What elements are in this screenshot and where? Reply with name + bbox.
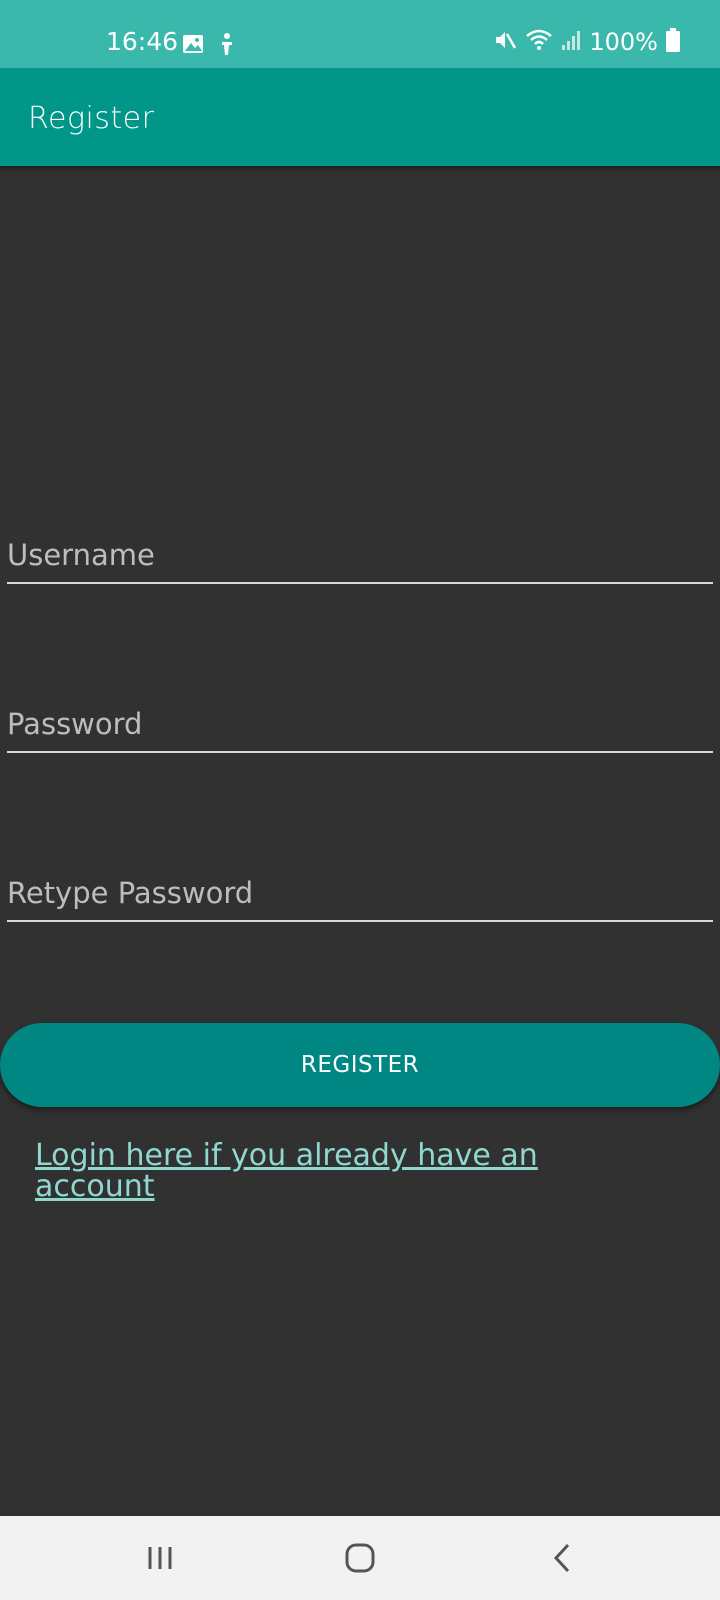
accessibility-icon (216, 32, 238, 60)
status-left-icons (182, 32, 238, 60)
page-title: Register (28, 101, 155, 136)
retype-password-field-container (7, 868, 713, 922)
signal-icon (561, 29, 581, 55)
back-icon[interactable] (532, 1534, 592, 1582)
gallery-icon (182, 33, 204, 59)
home-icon[interactable] (330, 1534, 390, 1582)
recents-icon[interactable] (130, 1534, 190, 1582)
username-input[interactable] (7, 530, 713, 580)
login-link[interactable]: Login here if you already have an accoun… (35, 1140, 635, 1202)
battery-percent: 100% (589, 28, 658, 56)
password-input[interactable] (7, 699, 713, 749)
status-right: 100% (493, 26, 680, 58)
register-button[interactable]: REGISTER (0, 1023, 720, 1107)
app-bar: Register (0, 68, 720, 166)
mute-icon (493, 28, 517, 56)
status-bar: 16:46 100% (0, 0, 720, 68)
system-nav-bar (0, 1516, 720, 1600)
retype-password-input[interactable] (7, 868, 713, 918)
status-time: 16:46 (106, 27, 179, 56)
wifi-icon (525, 28, 553, 56)
battery-icon (666, 28, 680, 56)
password-field-container (7, 699, 713, 753)
username-field-container (7, 530, 713, 584)
